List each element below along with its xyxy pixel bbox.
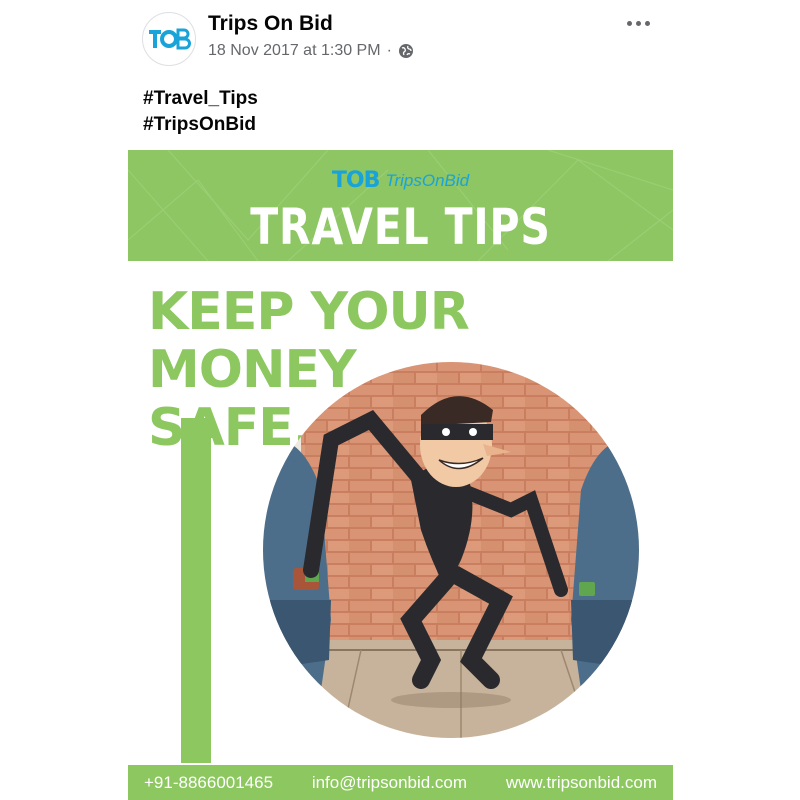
brand-name: TripsOnBid xyxy=(385,170,470,190)
more-dot xyxy=(644,20,650,26)
meta-separator: · xyxy=(386,42,392,59)
contact-footer: +91-8866001465 info@tripsonbid.com www.t… xyxy=(128,765,673,800)
post-image[interactable]: TOB TripsOnBid TRAVEL TIPS KEEP YOUR MON… xyxy=(128,150,673,800)
brand-logo: TOB xyxy=(331,168,380,193)
email-address: info@tripsonbid.com xyxy=(311,772,468,792)
post-header: Trips On Bid 18 Nov 2017 at 1:30 PM · xyxy=(0,0,800,80)
globe-icon xyxy=(398,44,413,58)
post-timestamp[interactable]: 18 Nov 2017 at 1:30 PM xyxy=(208,42,381,60)
green-bar xyxy=(181,418,211,763)
more-dot xyxy=(635,20,641,26)
page-name[interactable]: Trips On Bid xyxy=(208,12,333,36)
website-url: www.tripsonbid.com xyxy=(505,772,657,792)
post-meta: 18 Nov 2017 at 1:30 PM · xyxy=(208,42,414,60)
banner-title: TRAVEL TIPS xyxy=(250,198,551,256)
page-avatar[interactable] xyxy=(142,12,196,66)
more-horizontal-icon xyxy=(626,20,632,26)
hashtag-link[interactable]: #Travel_Tips xyxy=(143,86,258,112)
hashtag-link[interactable]: #TripsOnBid xyxy=(143,112,258,138)
brand-row: TOB TripsOnBid xyxy=(128,168,673,193)
pickpocket-thief-illustration xyxy=(263,362,639,738)
tob-logo-icon xyxy=(149,28,191,50)
banner: TOB TripsOnBid TRAVEL TIPS xyxy=(128,150,673,261)
phone-number: +91-8866001465 xyxy=(144,772,274,792)
more-options-button[interactable] xyxy=(624,14,652,32)
post-caption: #Travel_Tips #TripsOnBid xyxy=(143,86,258,138)
